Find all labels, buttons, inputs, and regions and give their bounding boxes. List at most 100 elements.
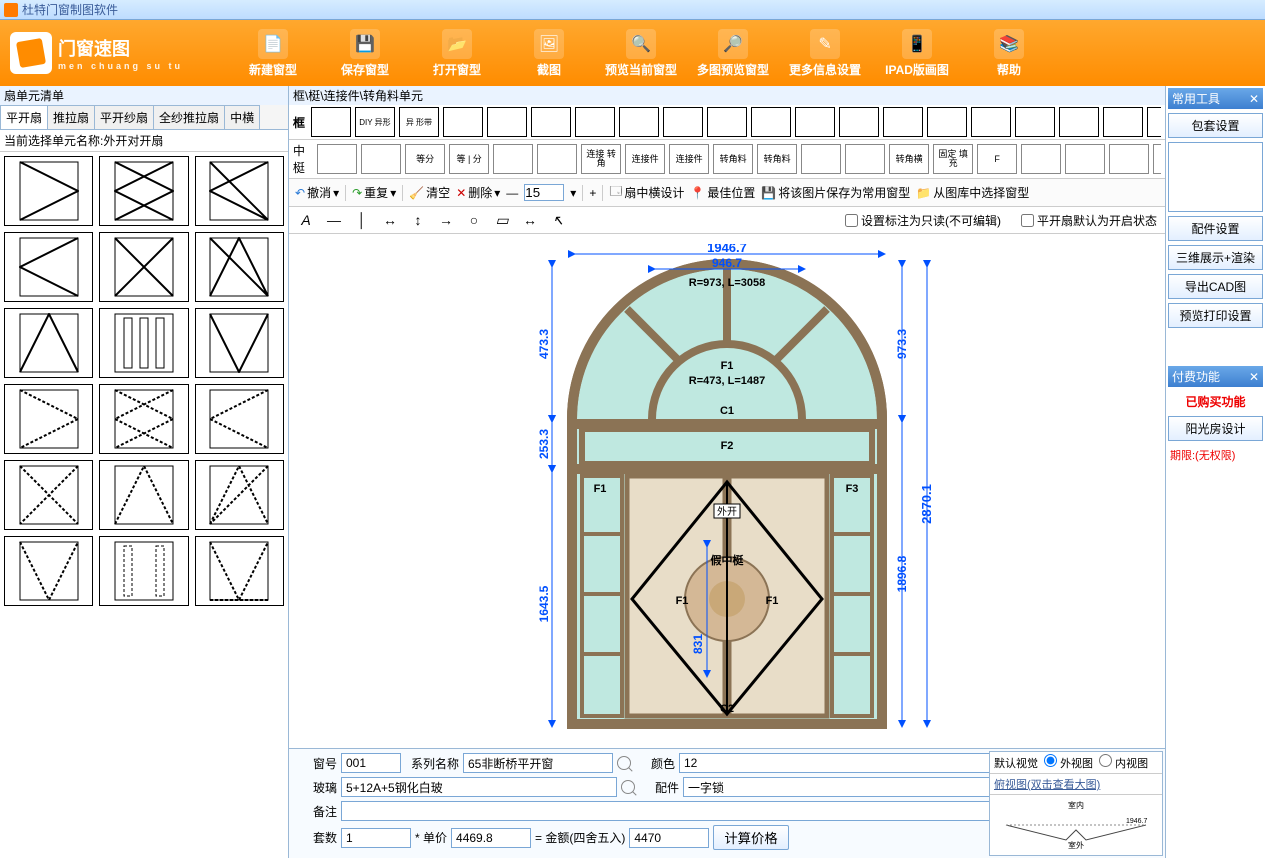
btn-sunroom-design[interactable]: 阳光房设计	[1168, 416, 1263, 441]
frame-shape[interactable]: 异 形带	[399, 107, 439, 137]
unit-cell[interactable]	[99, 156, 188, 226]
ribbon-more-settings[interactable]: ✎更多信息设置	[783, 29, 867, 78]
undo-button[interactable]: ↶ 撤消 ▾	[295, 184, 339, 201]
delete-button[interactable]: ✕ 删除 ▾	[456, 184, 500, 201]
canvas[interactable]: 1946.7 946.7 R=973, L=3058 F1 R=473, L=1…	[289, 234, 1165, 748]
ribbon-help[interactable]: 📚帮助	[967, 29, 1051, 78]
unit-cell[interactable]	[99, 308, 188, 378]
mid-item[interactable]	[361, 144, 401, 174]
mid-item[interactable]	[493, 144, 533, 174]
tab-screen-sliding[interactable]: 全纱推拉扇	[153, 105, 225, 129]
tool-arrows[interactable]: ↔	[521, 211, 539, 229]
ribbon-screenshot[interactable]: 🖼截图	[507, 29, 591, 78]
unit-cell[interactable]	[4, 308, 93, 378]
mid-item[interactable]: 转角横	[889, 144, 929, 174]
tool-line-h[interactable]: —	[325, 211, 343, 229]
door-drawing[interactable]: 1946.7 946.7 R=973, L=3058 F1 R=473, L=1…	[512, 244, 942, 744]
input-win-no[interactable]	[341, 753, 401, 773]
mid-item[interactable]	[845, 144, 885, 174]
line-value-input[interactable]	[524, 184, 564, 201]
tool-arrow-h[interactable]: ↔	[381, 211, 399, 229]
close-icon[interactable]: ✕	[1249, 370, 1259, 384]
frame-shape[interactable]	[751, 107, 791, 137]
select-from-library-button[interactable]: 📁 从图库中选择窗型	[916, 184, 1029, 201]
mid-item[interactable]: 连接件	[669, 144, 709, 174]
unit-cell[interactable]	[195, 232, 284, 302]
search-series-icon[interactable]	[617, 756, 631, 770]
tab-casement[interactable]: 平开扇	[0, 105, 48, 129]
unit-cell[interactable]	[99, 232, 188, 302]
unit-cell[interactable]	[4, 536, 93, 606]
unit-cell[interactable]	[195, 308, 284, 378]
frame-shape[interactable]	[619, 107, 659, 137]
topview-title[interactable]: 俯视图(双击查看大图)	[990, 774, 1162, 795]
mid-item[interactable]: 转角料	[713, 144, 753, 174]
frame-shape[interactable]: DIY 异形	[355, 107, 395, 137]
frame-shape[interactable]	[663, 107, 703, 137]
frame-shape[interactable]	[707, 107, 747, 137]
radio-inner-view[interactable]: 内视图	[1099, 754, 1148, 771]
tool-arrow-r[interactable]: →	[437, 211, 455, 229]
frame-shape[interactable]	[839, 107, 879, 137]
mid-item[interactable]: 固定 填充	[933, 144, 973, 174]
unit-cell[interactable]	[195, 156, 284, 226]
input-series[interactable]	[463, 753, 613, 773]
mid-item[interactable]	[1065, 144, 1105, 174]
btn-3d-render[interactable]: 三维展示+渲染	[1168, 245, 1263, 270]
add-button[interactable]: +	[589, 186, 596, 200]
tool-text[interactable]: A	[297, 211, 315, 229]
frame-shape[interactable]	[487, 107, 527, 137]
frame-shape[interactable]	[1103, 107, 1143, 137]
mid-item[interactable]: 等分	[405, 144, 445, 174]
radio-outer-view[interactable]: 外视图	[1044, 754, 1093, 771]
frame-shape[interactable]	[927, 107, 967, 137]
unit-cell[interactable]	[195, 384, 284, 454]
check-readonly[interactable]: 设置标注为只读(不可编辑)	[845, 212, 1001, 229]
frame-shape[interactable]	[971, 107, 1011, 137]
tab-screen-casement[interactable]: 平开纱扇	[94, 105, 154, 129]
btn-cover-settings[interactable]: 包套设置	[1168, 113, 1263, 138]
frame-shape[interactable]	[531, 107, 571, 137]
unit-cell[interactable]	[4, 460, 93, 530]
ribbon-open[interactable]: 📂打开窗型	[415, 29, 499, 78]
btn-fitting-settings[interactable]: 配件设置	[1168, 216, 1263, 241]
best-position-button[interactable]: 📍 最佳位置	[690, 184, 755, 201]
mid-item[interactable]: 连接 转角	[581, 144, 621, 174]
ribbon-new[interactable]: 📄新建窗型	[231, 29, 315, 78]
ribbon-save[interactable]: 💾保存窗型	[323, 29, 407, 78]
unit-cell[interactable]	[4, 384, 93, 454]
ribbon-ipad[interactable]: 📱IPAD版画图	[875, 29, 959, 78]
mid-item[interactable]: 转角料	[757, 144, 797, 174]
frame-shape[interactable]	[1059, 107, 1099, 137]
frame-shape[interactable]	[443, 107, 483, 137]
check-default-open[interactable]: 平开扇默认为开启状态	[1021, 212, 1157, 229]
mid-item[interactable]	[1153, 144, 1161, 174]
close-icon[interactable]: ✕	[1249, 92, 1259, 106]
save-common-button[interactable]: 💾 将该图片保存为常用窗型	[761, 184, 910, 201]
mid-item[interactable]	[537, 144, 577, 174]
unit-cell[interactable]	[99, 460, 188, 530]
clear-button[interactable]: 🧹 清空	[409, 184, 450, 201]
mid-item[interactable]	[1109, 144, 1149, 174]
unit-cell[interactable]	[4, 232, 93, 302]
input-qty[interactable]	[341, 828, 411, 848]
unit-cell[interactable]	[99, 384, 188, 454]
tab-mid-transom[interactable]: 中横	[224, 105, 260, 129]
tool-cursor[interactable]: ↖	[549, 211, 567, 229]
input-amount[interactable]	[629, 828, 709, 848]
frame-shape[interactable]	[311, 107, 351, 137]
btn-export-cad[interactable]: 导出CAD图	[1168, 274, 1263, 299]
frame-shape[interactable]	[1015, 107, 1055, 137]
input-unit-price[interactable]	[451, 828, 531, 848]
ribbon-preview-current[interactable]: 🔍预览当前窗型	[599, 29, 683, 78]
tool-arrow-v[interactable]: ↕	[409, 211, 427, 229]
mid-item[interactable]: 连接件	[625, 144, 665, 174]
mid-item[interactable]: F	[977, 144, 1017, 174]
frame-shape[interactable]	[1147, 107, 1161, 137]
topview-preview[interactable]: 室内 1946.7 室外	[990, 795, 1162, 855]
frame-shape[interactable]	[575, 107, 615, 137]
mid-item[interactable]	[801, 144, 841, 174]
frame-shape[interactable]	[795, 107, 835, 137]
btn-print-preview[interactable]: 预览打印设置	[1168, 303, 1263, 328]
mid-item[interactable]	[1021, 144, 1061, 174]
